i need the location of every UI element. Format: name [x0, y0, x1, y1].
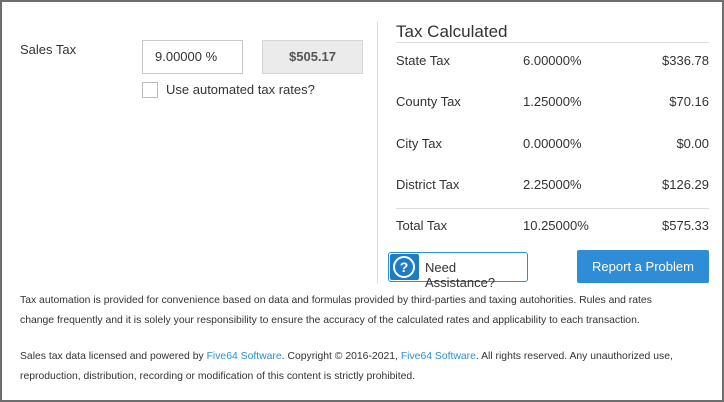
automated-rates-checkbox[interactable]	[142, 82, 158, 98]
tax-row-total: Total Tax 10.25000% $575.33	[396, 218, 709, 238]
tax-panel: Sales Tax 9.00000 % $505.17 Use automate…	[0, 0, 724, 402]
tax-name: County Tax	[396, 94, 461, 109]
tax-row-county: County Tax 1.25000% $70.16	[396, 94, 709, 114]
column-divider	[377, 22, 378, 284]
tax-row-city: City Tax 0.00000% $0.00	[396, 136, 709, 156]
report-problem-button[interactable]: Report a Problem	[577, 250, 709, 283]
license-text-part: . Copyright © 2016-2021,	[281, 351, 401, 362]
license-text-part: Sales tax data licensed and powered by	[20, 351, 207, 362]
tax-amount: $126.29	[662, 177, 709, 192]
tax-calculated-title: Tax Calculated	[396, 22, 508, 41]
five64-link[interactable]: Five64 Software	[207, 351, 282, 362]
license-line: Sales tax data licensed and powered by F…	[20, 347, 710, 367]
tax-rate: 6.00000%	[523, 53, 582, 68]
disclaimer-line: change frequently and it is solely your …	[20, 315, 640, 326]
question-circle-icon: ?	[390, 254, 419, 280]
total-tax-rate: 10.25000%	[523, 218, 589, 233]
tax-amount: $336.78	[662, 53, 709, 68]
tax-name: City Tax	[396, 136, 442, 151]
license-line: reproduction, distribution, recording or…	[20, 371, 416, 382]
tax-rate: 1.25000%	[523, 94, 582, 109]
tax-rate: 2.25000%	[523, 177, 582, 192]
tax-rate: 0.00000%	[523, 136, 582, 151]
total-tax-amount: $575.33	[662, 218, 709, 233]
tax-amount: $70.16	[669, 94, 709, 109]
sales-tax-amount: $505.17	[262, 40, 363, 74]
tax-row-district: District Tax 2.25000% $126.29	[396, 177, 709, 197]
license-text-part: . All rights reserved. Any unauthorized …	[475, 351, 673, 362]
disclaimer-line: Tax automation is provided for convenien…	[20, 295, 652, 306]
total-tax-name: Total Tax	[396, 218, 448, 233]
tax-row-state: State Tax 6.00000% $336.78	[396, 53, 709, 73]
need-assistance-button[interactable]: ? Need Assistance?	[388, 252, 528, 290]
question-mark-glyph: ?	[393, 256, 415, 278]
total-divider	[396, 208, 709, 209]
automated-rates-label[interactable]: Use automated tax rates?	[166, 82, 315, 97]
tax-name: State Tax	[396, 53, 450, 68]
sales-tax-rate-input[interactable]: 9.00000 %	[142, 40, 243, 74]
tax-amount: $0.00	[676, 136, 709, 151]
disclaimer-text: Tax automation is provided for convenien…	[20, 291, 710, 331]
five64-link[interactable]: Five64 Software	[401, 351, 476, 362]
tax-name: District Tax	[396, 177, 460, 192]
sales-tax-label: Sales Tax	[20, 42, 77, 57]
need-assistance-label: Need Assistance?	[425, 260, 496, 290]
title-divider	[396, 42, 709, 43]
license-text: Sales tax data licensed and powered by F…	[20, 347, 710, 387]
